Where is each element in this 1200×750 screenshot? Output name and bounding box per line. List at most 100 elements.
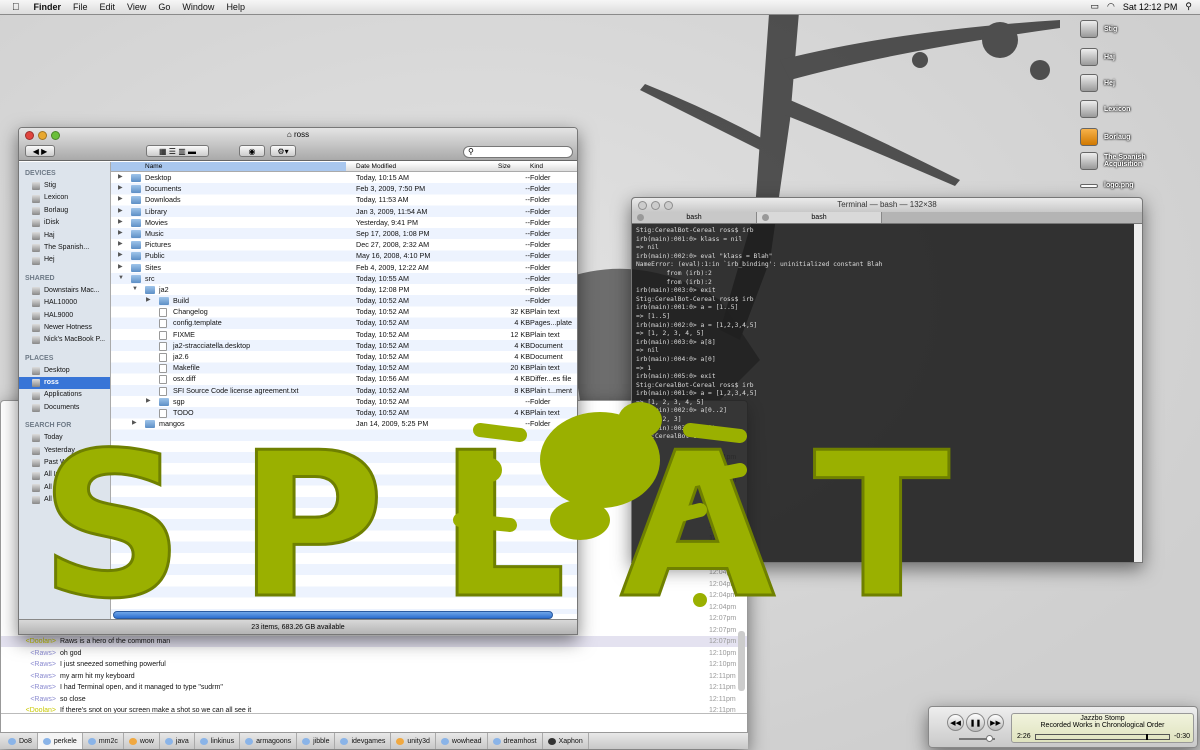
channel-tab[interactable]: wowhead <box>436 733 488 749</box>
sidebar-item[interactable]: HAL9000 <box>19 310 110 322</box>
disclosure-closed-icon[interactable]: ▶ <box>118 228 123 239</box>
channel-tab[interactable]: unity3d <box>391 733 436 749</box>
chat-nick[interactable]: <Raws> <box>1 682 56 693</box>
disclosure-closed-icon[interactable]: ▶ <box>118 194 123 205</box>
disclosure-closed-icon[interactable]: ▶ <box>118 250 123 261</box>
file-row[interactable]: ▶ Build Today, 10:52 AM -- Folder <box>111 295 577 306</box>
file-row[interactable]: ▼ ja2 Today, 12:08 PM -- Folder <box>111 284 577 295</box>
column-date[interactable]: Date Modified <box>356 163 396 170</box>
channel-tab[interactable]: dreamhost <box>488 733 543 749</box>
column-size[interactable]: Size <box>498 163 511 170</box>
desktop-icon[interactable]: The Spanish Acquisition <box>1080 152 1154 170</box>
sidebar-item[interactable]: Downstairs Mac... <box>19 285 110 297</box>
desktop-icon[interactable]: Haj <box>1080 48 1115 66</box>
file-row[interactable]: ▶ Music Sep 17, 2008, 1:08 PM -- Folder <box>111 228 577 239</box>
sidebar-item[interactable]: Nick's MacBook P... <box>19 334 110 346</box>
clipboard-icon[interactable]: ▭ <box>1090 1 1099 12</box>
menu-view[interactable]: View <box>127 2 146 12</box>
file-row[interactable]: Makefile Today, 10:52 AM 20 KB Plain text <box>111 362 577 374</box>
file-row[interactable]: config.template Today, 10:52 AM 4 KB Pages.… <box>111 317 577 329</box>
sidebar-item[interactable]: iDisk <box>19 217 110 229</box>
file-row[interactable]: ▶ Desktop Today, 10:15 AM -- Folder <box>111 172 577 183</box>
terminal-tab[interactable]: bash <box>632 212 757 223</box>
sidebar-item[interactable]: HAL10000 <box>19 297 110 309</box>
sidebar-item[interactable]: All Movies <box>19 482 110 494</box>
spotlight-icon[interactable]: ⚲ <box>1185 1 1192 12</box>
sidebar-item[interactable]: ross <box>19 377 110 390</box>
search-field[interactable]: ⚲ <box>463 146 573 158</box>
channel-tab[interactable]: linkinus <box>195 733 241 749</box>
sidebar-item[interactable]: Desktop <box>19 365 110 377</box>
channel-tab[interactable]: jibble <box>297 733 336 749</box>
disclosure-closed-icon[interactable]: ▶ <box>118 206 123 217</box>
wifi-icon[interactable]: ◠ <box>1107 1 1115 12</box>
file-row[interactable]: ▶ Sites Feb 4, 2009, 12:22 AM -- Folder <box>111 262 577 273</box>
terminal-scrollbar[interactable] <box>1134 224 1142 562</box>
disclosure-closed-icon[interactable]: ▶ <box>132 418 137 429</box>
disclosure-closed-icon[interactable]: ▶ <box>118 239 123 250</box>
chat-nick[interactable]: <Raws> <box>1 648 56 659</box>
sidebar-item[interactable]: Today <box>19 432 110 444</box>
sidebar-item[interactable]: Applications <box>19 389 110 401</box>
file-row[interactable]: ▶ Movies Yesterday, 9:41 PM -- Folder <box>111 217 577 228</box>
channel-tab[interactable]: mm2c <box>83 733 124 749</box>
sidebar-item[interactable]: Documents <box>19 402 110 414</box>
file-row[interactable]: ja2-stracciatella.desktop Today, 10:52 AM… <box>111 340 577 351</box>
close-tab-icon[interactable] <box>762 214 769 221</box>
disclosure-closed-icon[interactable]: ▶ <box>146 396 151 407</box>
disclosure-closed-icon[interactable]: ▶ <box>118 262 123 273</box>
back-forward-buttons[interactable]: ◀ ▶ <box>25 145 55 157</box>
quick-look-button[interactable]: ◉ <box>239 145 265 157</box>
disclosure-closed-icon[interactable]: ▶ <box>146 295 151 306</box>
file-row[interactable]: ▶ sgp Today, 10:52 AM -- Folder <box>111 396 577 407</box>
zoom-button[interactable] <box>664 201 673 210</box>
next-button[interactable]: ▶▶ <box>987 714 1004 731</box>
file-row[interactable]: ▶ mangos Jan 14, 2009, 5:25 PM -- Folder <box>111 418 577 429</box>
disclosure-closed-icon[interactable]: ▶ <box>118 183 123 194</box>
column-name[interactable]: Name <box>111 162 346 171</box>
channel-tab[interactable]: perkele <box>37 733 83 749</box>
sidebar-item[interactable]: Newer Hotness <box>19 322 110 334</box>
channel-tab[interactable]: wow <box>124 733 160 749</box>
file-row[interactable]: osx.diff Today, 10:56 AM 4 KB Differ...es f… <box>111 373 577 385</box>
channel-tab[interactable]: java <box>160 733 195 749</box>
view-mode-buttons[interactable]: ▦ ☰ ▥ ▬ <box>146 145 209 157</box>
desktop-icon[interactable]: Hej <box>1080 74 1115 92</box>
file-row[interactable]: ▶ Public May 16, 2008, 4:10 PM -- Folder <box>111 250 577 261</box>
file-row[interactable]: TODO Today, 10:52 AM 4 KB Plain text <box>111 407 577 418</box>
apple-menu-icon[interactable]:  <box>12 2 20 13</box>
menu-window[interactable]: Window <box>182 2 214 12</box>
chat-scrollbar[interactable] <box>738 631 745 691</box>
terminal-tab-active[interactable]: bash <box>757 212 882 223</box>
sidebar-item[interactable]: Yesterday <box>19 445 110 457</box>
file-row[interactable]: SFI Source Code license agreement.txt Tod… <box>111 385 577 396</box>
file-row[interactable]: FIXME Today, 10:52 AM 12 KB Plain text <box>111 329 577 340</box>
disclosure-closed-icon[interactable]: ▶ <box>118 217 123 228</box>
desktop-icon[interactable]: Lexicon <box>1080 100 1130 118</box>
sidebar-section-header[interactable]: SEARCH FOR <box>19 419 110 432</box>
menu-help[interactable]: Help <box>226 2 245 12</box>
sidebar-item[interactable]: Lexicon <box>19 192 110 204</box>
terminal-output[interactable]: Stig:CerealBot-Cereal ross$ irb irb(main)… <box>632 224 1142 445</box>
channel-tab[interactable]: Do8 <box>3 733 38 749</box>
horizontal-scrollbar[interactable] <box>113 611 553 619</box>
chat-nick[interactable]: <Raws> <box>1 694 56 705</box>
previous-button[interactable]: ◀◀ <box>947 714 964 731</box>
close-button[interactable] <box>638 201 647 210</box>
menu-file[interactable]: File <box>73 2 88 12</box>
terminal-titlebar[interactable]: Terminal — bash — 132×38 <box>632 198 1142 212</box>
close-tab-icon[interactable] <box>637 214 644 221</box>
desktop-icon[interactable]: Borlaug <box>1080 128 1130 146</box>
sidebar-item[interactable]: Stig <box>19 180 110 192</box>
sidebar-section-header[interactable]: PLACES <box>19 352 110 365</box>
volume-slider[interactable] <box>959 735 995 742</box>
chat-nick[interactable]: <Raws> <box>1 671 56 682</box>
chat-input[interactable] <box>1 713 747 732</box>
sidebar-section-header[interactable]: DEVICES <box>19 167 110 180</box>
sidebar-item[interactable]: All Documents <box>19 494 110 506</box>
disclosure-closed-icon[interactable]: ▶ <box>118 172 123 183</box>
sidebar-section-header[interactable]: SHARED <box>19 272 110 285</box>
disclosure-open-icon[interactable]: ▼ <box>132 284 138 295</box>
column-kind[interactable]: Kind <box>530 163 543 170</box>
file-row[interactable]: ja2.6 Today, 10:52 AM 4 KB Document <box>111 351 577 362</box>
